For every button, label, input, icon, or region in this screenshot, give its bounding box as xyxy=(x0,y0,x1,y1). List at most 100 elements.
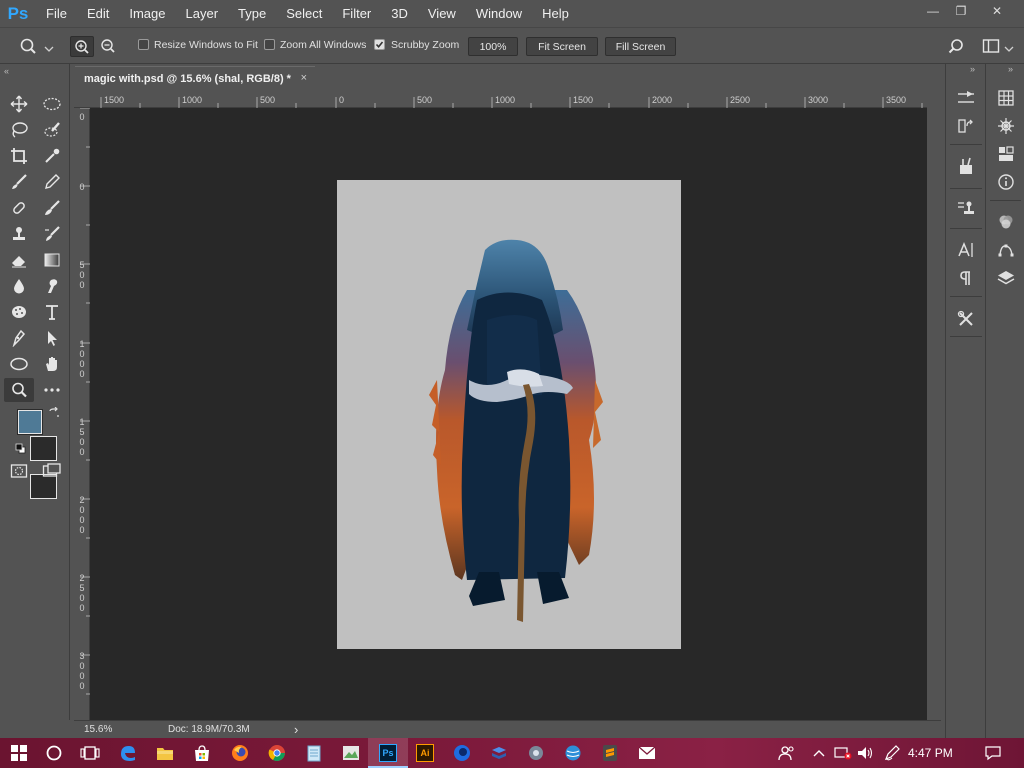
vertical-ruler[interactable]: 0 0 500 1000 1500 2000 2500 3000 xyxy=(74,108,90,720)
hand-tool-icon[interactable] xyxy=(37,352,67,376)
art-history-brush-tool-icon[interactable] xyxy=(37,222,67,246)
chevron-down-icon[interactable] xyxy=(44,42,54,52)
network-status-icon[interactable] xyxy=(832,742,854,764)
zoom-tool-preset-icon[interactable] xyxy=(18,36,40,56)
tool-presets-icon[interactable] xyxy=(952,307,980,331)
brush-tool-icon[interactable] xyxy=(4,170,34,194)
elliptical-marquee-tool-icon[interactable] xyxy=(37,92,67,116)
photoshop-taskbar-icon[interactable]: Ps xyxy=(377,742,399,764)
chevron-up-icon[interactable] xyxy=(808,742,830,764)
close-window-button[interactable]: ✕ xyxy=(980,0,1014,22)
windows-start-icon[interactable] xyxy=(8,742,30,764)
collapse-main-panels-icon[interactable]: » xyxy=(1008,64,1013,74)
libraries-icon[interactable] xyxy=(992,142,1020,166)
path-selection-tool-icon[interactable] xyxy=(37,326,67,350)
pen-tool-icon[interactable] xyxy=(4,326,34,350)
task-view-icon[interactable] xyxy=(79,742,101,764)
menu-image[interactable]: Image xyxy=(119,0,175,27)
store-icon[interactable] xyxy=(191,742,213,764)
gradient-tool-icon[interactable] xyxy=(37,248,67,272)
smudge-tool-icon[interactable] xyxy=(37,274,67,298)
photos-app-icon[interactable] xyxy=(340,742,362,764)
menu-filter[interactable]: Filter xyxy=(332,0,381,27)
blur-tool-icon[interactable] xyxy=(4,274,34,298)
menu-layer[interactable]: Layer xyxy=(176,0,229,27)
taskbar-clock[interactable]: 4:47 PM xyxy=(908,738,953,768)
action-center-icon[interactable] xyxy=(982,742,1004,764)
zoom-100-button[interactable]: 100% xyxy=(468,37,518,56)
cortana-search-icon[interactable] xyxy=(43,742,65,764)
character-icon[interactable] xyxy=(952,238,980,262)
mail-icon[interactable] xyxy=(636,742,658,764)
collapse-toolbar-icon[interactable]: « xyxy=(4,66,9,76)
sublime-text-icon[interactable] xyxy=(599,742,621,764)
crop-tool-icon[interactable] xyxy=(4,144,34,168)
zoom-all-windows-checkbox[interactable] xyxy=(264,39,275,50)
document-canvas[interactable] xyxy=(337,180,681,649)
screen-mode-icon[interactable] xyxy=(37,459,67,483)
menu-help[interactable]: Help xyxy=(532,0,579,27)
lasso-tool-icon[interactable] xyxy=(4,118,34,142)
close-tab-icon[interactable]: × xyxy=(301,72,307,84)
document-tab[interactable]: magic with.psd @ 15.6% (shal, RGB/8) * × xyxy=(75,66,315,91)
quick-mask-icon[interactable] xyxy=(4,459,34,483)
healing-brush-tool-icon[interactable] xyxy=(4,196,34,220)
history-icon[interactable] xyxy=(952,114,980,138)
menu-file[interactable]: File xyxy=(36,0,77,27)
restore-button[interactable]: ❐ xyxy=(944,0,978,22)
collapse-panels-icon[interactable]: » xyxy=(970,64,975,74)
search-icon[interactable] xyxy=(946,37,966,57)
zoom-tool-icon[interactable] xyxy=(4,378,34,402)
menu-type[interactable]: Type xyxy=(228,0,276,27)
channels-icon[interactable] xyxy=(992,210,1020,234)
background-color-box[interactable] xyxy=(30,436,57,461)
book-app-icon[interactable] xyxy=(488,742,510,764)
swap-colors-icon[interactable] xyxy=(48,406,60,419)
menu-window[interactable]: Window xyxy=(466,0,532,27)
zoom-level-field[interactable]: 15.6% xyxy=(84,724,112,735)
paragraph-icon[interactable] xyxy=(952,266,980,290)
menu-edit[interactable]: Edit xyxy=(77,0,119,27)
navigator-icon[interactable] xyxy=(992,114,1020,138)
swatches-icon[interactable] xyxy=(992,86,1020,110)
clone-stamp-tool-icon[interactable] xyxy=(4,222,34,246)
menu-3d[interactable]: 3D xyxy=(381,0,418,27)
type-tool-icon[interactable] xyxy=(37,300,67,324)
more-tools-icon[interactable] xyxy=(37,378,67,402)
people-icon[interactable] xyxy=(776,742,798,764)
status-menu-arrow-icon[interactable]: › xyxy=(294,722,298,737)
illustrator-taskbar-icon[interactable]: Ai xyxy=(414,742,436,764)
resize-windows-checkbox[interactable] xyxy=(138,39,149,50)
history-brush-tool-icon[interactable] xyxy=(37,196,67,220)
brush-settings-icon[interactable] xyxy=(952,154,980,178)
fill-screen-button[interactable]: Fill Screen xyxy=(605,37,676,56)
eraser-tool-icon[interactable] xyxy=(4,248,34,272)
ellipse-shape-tool-icon[interactable] xyxy=(4,352,34,376)
network-app-icon[interactable] xyxy=(525,742,547,764)
foreground-color-box[interactable] xyxy=(18,410,42,434)
chrome-icon[interactable] xyxy=(266,742,288,764)
firefox-icon[interactable] xyxy=(229,742,251,764)
ruler-origin[interactable] xyxy=(74,91,90,108)
pen-input-icon[interactable] xyxy=(881,742,903,764)
scrubby-zoom-checkbox[interactable] xyxy=(374,39,385,50)
file-explorer-icon[interactable] xyxy=(154,742,176,764)
menu-select[interactable]: Select xyxy=(276,0,332,27)
edge-browser-icon[interactable] xyxy=(117,742,139,764)
notepad-icon[interactable] xyxy=(303,742,325,764)
fit-screen-button[interactable]: Fit Screen xyxy=(526,37,598,56)
workspace-chevron-down-icon[interactable] xyxy=(1004,42,1014,52)
zoom-in-mode-button[interactable] xyxy=(70,36,94,57)
layers-icon[interactable] xyxy=(992,266,1020,290)
eyedropper-tool-icon[interactable] xyxy=(37,144,67,168)
clone-source-icon[interactable] xyxy=(952,196,980,220)
globe-app-icon[interactable] xyxy=(562,742,584,764)
pencil-tool-icon[interactable] xyxy=(37,170,67,194)
zoom-out-mode-button[interactable] xyxy=(97,36,121,57)
firefox-dev-icon[interactable] xyxy=(451,742,473,764)
quick-selection-tool-icon[interactable] xyxy=(37,118,67,142)
default-colors-icon[interactable] xyxy=(15,443,26,454)
workspace-icon[interactable] xyxy=(982,38,1000,54)
brush-presets-icon[interactable] xyxy=(952,86,980,110)
move-tool-icon[interactable] xyxy=(4,92,34,116)
